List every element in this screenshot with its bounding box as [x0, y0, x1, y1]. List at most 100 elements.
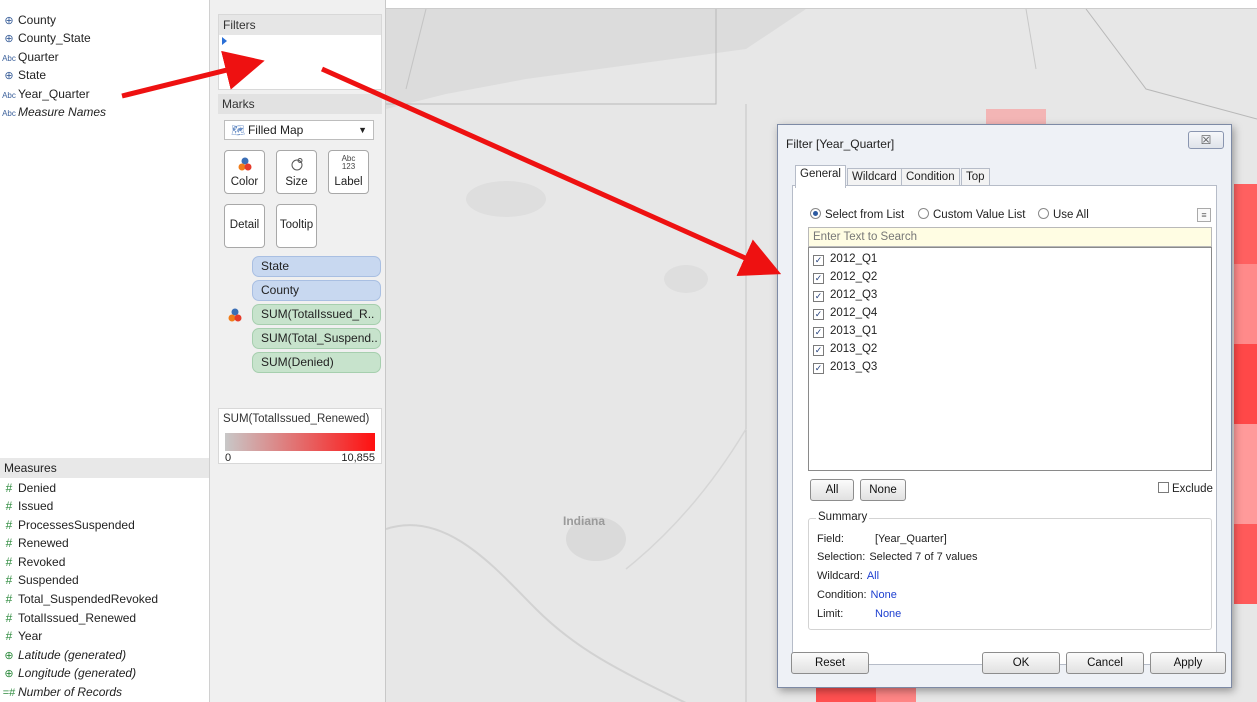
field-state[interactable]: ⊕ State	[0, 66, 46, 84]
close-button[interactable]: ☒	[1188, 131, 1224, 149]
hash-icon: #	[5, 592, 13, 606]
value-list[interactable]: ✓ 2012_Q1 ✓ 2012_Q2 ✓ 2012_Q3 ✓ 2012_Q4 ✓ 201…	[808, 247, 1212, 471]
radio-select-from-list[interactable]: Select from List	[810, 208, 904, 221]
list-item[interactable]: ✓ 2012_Q2	[813, 268, 877, 286]
filters-title: Filters	[219, 15, 381, 35]
legend-max: 10,855	[341, 452, 375, 464]
field-county-state[interactable]: ⊕ County_State	[0, 29, 90, 47]
list-item[interactable]: ✓ 2012_Q3	[813, 286, 877, 304]
field-year-quarter[interactable]: Abc Year_Quarter	[0, 85, 90, 103]
color-encoding-icon	[228, 308, 242, 325]
shelves-column: Filters Marks 🗺 Filled Map ▼ Color Size A…	[210, 0, 386, 702]
color-button[interactable]: Color	[224, 150, 265, 194]
globe-icon: ⊕	[4, 33, 14, 45]
measure-suspended[interactable]: # Suspended	[0, 571, 79, 589]
detail-button[interactable]: Detail	[224, 204, 265, 248]
summary-condition-row: Condition: None	[817, 589, 897, 601]
hash-icon: #	[5, 499, 13, 513]
size-button[interactable]: Size	[276, 150, 317, 194]
summary-title: Summary	[816, 511, 870, 523]
summary-selection-row: Selection: Selected 7 of 7 values	[817, 551, 978, 563]
color-legend[interactable]: SUM(TotalIssued_Renewed) 0 10,855	[218, 408, 382, 464]
pill-state[interactable]: State	[252, 256, 381, 277]
legend-min: 0	[225, 452, 232, 464]
calculated-hash-icon: =#	[2, 687, 16, 699]
pill-sum-total-suspended[interactable]: SUM(Total_Suspend..	[252, 328, 381, 349]
hash-icon: #	[5, 611, 13, 625]
cancel-button[interactable]: Cancel	[1066, 652, 1144, 674]
measures-header: Measures	[0, 458, 209, 478]
marks-title: Marks	[218, 94, 382, 114]
checkbox-checked-icon[interactable]: ✓	[813, 327, 824, 338]
filters-shelf[interactable]: Filters	[218, 14, 382, 90]
measure-processessuspended[interactable]: # ProcessesSuspended	[0, 516, 135, 534]
data-pane: ⊕ County ⊕ County_State Abc Quarter ⊕ State …	[0, 0, 210, 702]
hash-icon: #	[5, 555, 13, 569]
measure-total-suspendedrevoked[interactable]: # Total_SuspendedRevoked	[0, 590, 158, 608]
filter-dialog: Filter [Year_Quarter] ☒ General Wildcard…	[777, 124, 1232, 688]
map-state-label: Indiana	[563, 514, 606, 528]
globe-icon: ⊕	[4, 668, 14, 680]
globe-icon: ⊕	[4, 650, 14, 662]
checkbox-checked-icon[interactable]: ✓	[813, 273, 824, 284]
reset-button[interactable]: Reset	[791, 652, 869, 674]
summary-field-row: Field: [Year_Quarter]	[817, 533, 947, 545]
list-item[interactable]: ✓ 2013_Q2	[813, 340, 877, 358]
list-item[interactable]: ✓ 2012_Q1	[813, 250, 877, 268]
filled-map-icon: 🗺	[231, 125, 245, 137]
search-input[interactable]	[808, 227, 1212, 247]
exclude-checkbox[interactable]: Exclude	[1158, 482, 1213, 495]
ok-button[interactable]: OK	[982, 652, 1060, 674]
all-button[interactable]: All	[810, 479, 854, 501]
radio-custom-value-list[interactable]: Custom Value List	[918, 208, 1025, 221]
summary-group: Field: [Year_Quarter] Selection: Selected …	[808, 518, 1212, 630]
marks-card: Marks 🗺 Filled Map ▼ Color Size Abc 123 L…	[218, 94, 382, 400]
measure-renewed[interactable]: # Renewed	[0, 534, 69, 552]
measure-issued[interactable]: # Issued	[0, 497, 54, 515]
radio-icon	[1038, 208, 1049, 219]
measure-longitude-generated[interactable]: ⊕ Longitude (generated)	[0, 664, 136, 682]
measure-latitude-generated[interactable]: ⊕ Latitude (generated)	[0, 646, 126, 664]
field-measure-names[interactable]: Abc Measure Names	[0, 103, 106, 121]
measure-denied[interactable]: # Denied	[0, 479, 56, 497]
list-item[interactable]: ✓ 2012_Q4	[813, 304, 877, 322]
measure-number-of-records[interactable]: =# Number of Records	[0, 683, 122, 701]
radio-use-all[interactable]: Use All	[1038, 208, 1089, 221]
field-county[interactable]: ⊕ County	[0, 11, 56, 29]
tooltip-button[interactable]: Tooltip	[276, 204, 317, 248]
measure-totalissued-renewed[interactable]: # TotalIssued_Renewed	[0, 609, 136, 627]
list-item[interactable]: ✓ 2013_Q1	[813, 322, 877, 340]
apply-button[interactable]: Apply	[1150, 652, 1226, 674]
checkbox-checked-icon[interactable]: ✓	[813, 363, 824, 374]
hash-icon: #	[5, 518, 13, 532]
wildcard-link[interactable]: All	[867, 570, 879, 582]
checkbox-checked-icon[interactable]: ✓	[813, 255, 824, 266]
checkbox-checked-icon[interactable]: ✓	[813, 291, 824, 302]
mark-type-dropdown[interactable]: 🗺 Filled Map ▼	[224, 120, 374, 140]
limit-link[interactable]: None	[875, 608, 901, 620]
drop-indicator-icon	[222, 37, 227, 45]
pill-sum-totalissued-renewed[interactable]: SUM(TotalIssued_R..	[252, 304, 381, 325]
size-icon	[277, 157, 316, 173]
tab-general[interactable]: General	[795, 165, 846, 188]
checkbox-icon[interactable]	[1158, 482, 1169, 493]
measure-revoked[interactable]: # Revoked	[0, 553, 66, 571]
globe-icon: ⊕	[4, 15, 14, 27]
list-options-icon[interactable]: ≡	[1197, 208, 1211, 222]
measure-year[interactable]: # Year	[0, 627, 43, 645]
chevron-down-icon: ▼	[358, 125, 367, 135]
checkbox-checked-icon[interactable]: ✓	[813, 309, 824, 320]
summary-wildcard-row: Wildcard: All	[817, 570, 880, 582]
list-item[interactable]: ✓ 2013_Q3	[813, 358, 877, 376]
label-button[interactable]: Abc 123 Label	[328, 150, 369, 194]
checkbox-checked-icon[interactable]: ✓	[813, 345, 824, 356]
none-button[interactable]: None	[860, 479, 906, 501]
pill-county[interactable]: County	[252, 280, 381, 301]
field-quarter[interactable]: Abc Quarter	[0, 48, 59, 66]
summary-limit-row: Limit: None	[817, 608, 902, 620]
condition-link[interactable]: None	[871, 589, 897, 601]
abc-icon: Abc	[2, 109, 16, 118]
hash-icon: #	[5, 481, 13, 495]
color-icon	[225, 157, 264, 173]
pill-sum-denied[interactable]: SUM(Denied)	[252, 352, 381, 373]
